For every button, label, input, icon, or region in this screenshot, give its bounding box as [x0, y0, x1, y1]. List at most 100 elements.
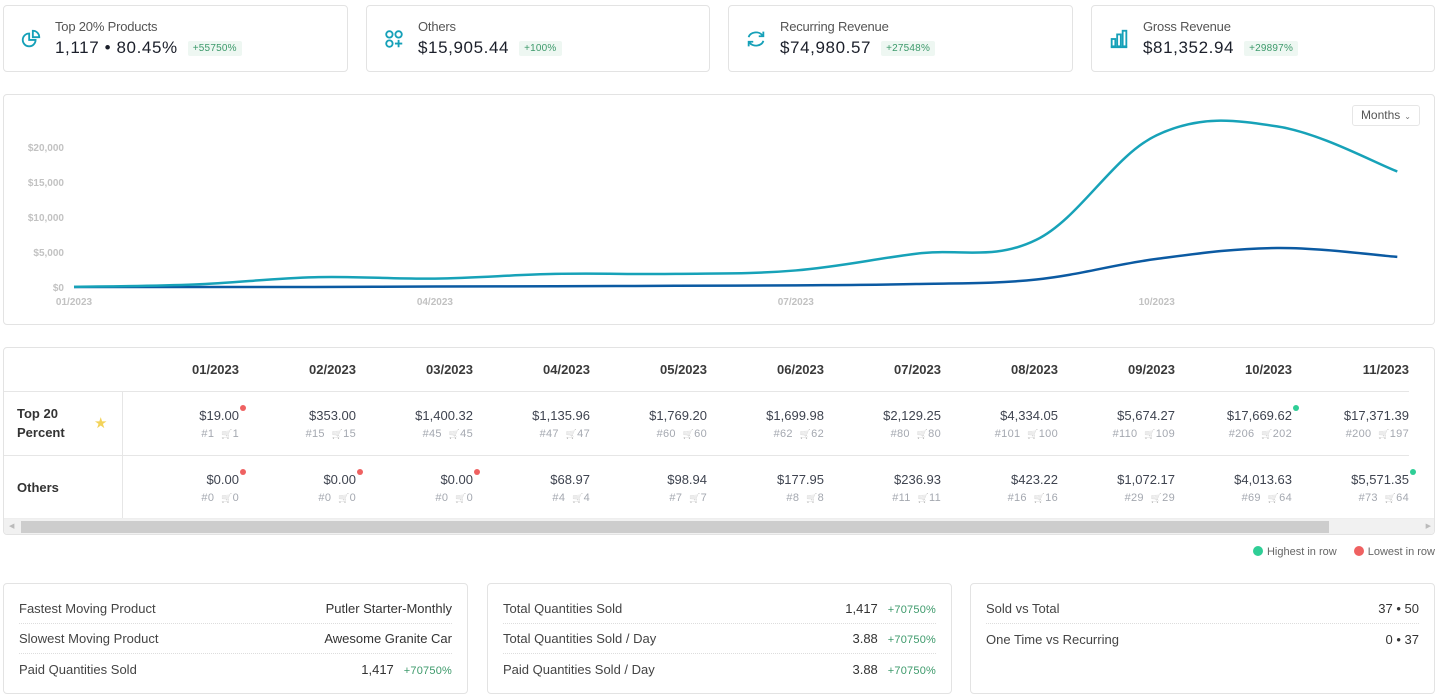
stat-row: Slowest Moving Product Awesome Granite Ca…: [19, 624, 452, 654]
column-header: 11/2023: [1292, 348, 1409, 392]
order-count: 15: [343, 427, 356, 440]
customer-count: #73: [1358, 491, 1378, 504]
table-cell: $5,674.27 #110 🛒109: [1058, 391, 1175, 456]
cell-counts: #206 🛒202: [1175, 428, 1292, 440]
cart-icon: 🛒: [335, 492, 350, 503]
table-cell: $0.00 #0 🛒0: [239, 455, 363, 520]
data-point-gross[interactable]: [1274, 123, 1280, 129]
data-point-others[interactable]: [1033, 276, 1039, 282]
cell-counts: #101 🛒100: [941, 428, 1058, 440]
cell-amount-text: $17,371.39: [1343, 407, 1409, 423]
data-point-gross[interactable]: [673, 271, 679, 277]
data-point-others[interactable]: [432, 284, 438, 290]
table-cell: $98.94 #7 🛒7: [590, 455, 707, 520]
stat-label: Fastest Moving Product: [19, 601, 156, 616]
cell-amount-text: $0.00: [323, 471, 356, 487]
cell-amount: $4,334.05: [1000, 408, 1058, 423]
cart-icon: 🛒: [562, 428, 578, 439]
data-point-others[interactable]: [673, 283, 679, 289]
cell-amount-text: $0.00: [440, 471, 473, 487]
cart-icon: 🛒: [686, 492, 701, 503]
star-icon[interactable]: ★: [94, 414, 107, 433]
stat-value: 3.88: [852, 661, 878, 677]
data-point-others[interactable]: [312, 284, 318, 290]
cell-amount: $2,129.25: [883, 408, 941, 423]
data-point-gross[interactable]: [312, 274, 318, 280]
cell-amount: $1,072.17: [1117, 472, 1175, 487]
cart-icon: 🛒: [796, 428, 812, 439]
scroll-left-arrow-icon[interactable]: ◀: [9, 522, 14, 530]
stat-change: +70750%: [887, 604, 936, 616]
scroll-right-arrow-icon[interactable]: ▶: [1426, 522, 1431, 530]
kpi-change-badge: +100%: [519, 41, 562, 56]
data-point-gross[interactable]: [1154, 132, 1160, 138]
stat-value-group: 1,417 +70750%: [845, 601, 936, 616]
kpi-card-recurring-revenue: Recurring Revenue $74,980.57 +27548%: [728, 5, 1073, 72]
table-cell: $423.22 #16 🛒16: [941, 455, 1058, 520]
data-point-others[interactable]: [1154, 256, 1160, 262]
data-point-gross[interactable]: [1033, 237, 1039, 243]
stat-value: Awesome Granite Car: [324, 631, 452, 646]
table-cell: $0.00 #0 🛒0: [356, 455, 480, 520]
y-tick-label: $15,000: [28, 178, 65, 189]
cell-amount-text: $1,400.32: [415, 407, 473, 423]
cell-amount-text: $17,669.62: [1226, 407, 1292, 423]
customer-count: #0: [318, 491, 332, 504]
order-count: 60: [694, 427, 707, 440]
data-point-others[interactable]: [913, 281, 919, 287]
series-line-others[interactable]: [73, 246, 1398, 289]
series-line-gross[interactable]: [73, 119, 1398, 289]
table-cell: $4,013.63 #69 🛒64: [1175, 455, 1292, 520]
data-point-gross[interactable]: [913, 251, 919, 257]
data-point-others[interactable]: [1394, 254, 1400, 260]
data-point-others[interactable]: [793, 282, 799, 288]
cell-amount-text: $4,013.63: [1234, 471, 1292, 487]
kpi-card-top-products: Top 20% Products 1,117 • 80.45% +55750%: [3, 5, 348, 72]
table-cell: $1,135.96 #47 🛒47: [473, 391, 590, 456]
data-point-gross[interactable]: [793, 267, 799, 273]
stat-value: 3.88: [852, 631, 878, 646]
period-dropdown[interactable]: Months ⌄: [1351, 105, 1420, 126]
cell-counts: #11 🛒11: [824, 492, 941, 504]
cell-amount-text: $236.93: [894, 471, 941, 487]
cart-icon: 🛒: [452, 492, 467, 503]
column-header: 10/2023: [1175, 348, 1292, 392]
data-point-gross[interactable]: [1394, 169, 1400, 175]
cart-icon: 🛒: [1024, 428, 1039, 439]
customer-count: #200: [1345, 427, 1372, 440]
cell-amount: $236.93: [894, 472, 941, 487]
cell-amount: $177.95: [777, 472, 824, 487]
kpi-card-others: Others $15,905.44 +100%: [366, 5, 710, 72]
stat-value-group: 37 • 50: [1378, 601, 1419, 616]
cell-amount: $0.00: [323, 468, 363, 487]
stat-label: One Time vs Recurring: [986, 631, 1119, 647]
order-count: 16: [1045, 491, 1058, 504]
customer-count: #29: [1124, 491, 1144, 504]
data-point-others[interactable]: [552, 283, 558, 289]
cell-counts: #62 🛒62: [707, 428, 824, 440]
column-header: 06/2023: [707, 348, 824, 392]
cart-icon: 🛒: [679, 428, 695, 439]
cell-amount: $68.97: [550, 472, 590, 487]
legend-item-highest: Highest in row: [1252, 546, 1337, 558]
table-header-row: 01/2023 02/2023 03/2023 04/2023 05/2023 06/20…: [4, 348, 1409, 392]
data-point-gross[interactable]: [71, 284, 77, 290]
cart-icon: 🛒: [1141, 428, 1156, 439]
scrollbar-thumb[interactable]: [21, 521, 1329, 533]
column-header: 03/2023: [356, 348, 473, 392]
data-point-others[interactable]: [1274, 245, 1280, 251]
cell-amount: $19.00: [199, 404, 246, 423]
table-cell: $4,334.05 #101 🛒100: [941, 391, 1058, 456]
apps-add-icon: [383, 28, 405, 50]
table-row: Others $0.00 #0 🛒0 $0.00 #0 🛒0 $0.00 #0 🛒0 $68.…: [4, 455, 1416, 520]
data-point-gross[interactable]: [552, 271, 558, 277]
stat-value-group: 3.88 +70750%: [852, 631, 936, 646]
horizontal-scrollbar[interactable]: ◀ ▶: [4, 518, 1434, 534]
stat-change: +70750%: [887, 634, 936, 646]
cell-counts: #0 🛒0: [123, 492, 240, 504]
data-point-gross[interactable]: [191, 282, 197, 288]
cell-amount: $98.94: [667, 472, 707, 487]
data-point-gross[interactable]: [432, 276, 438, 282]
stat-label: Total Quantities Sold / Day: [503, 631, 657, 646]
cell-amount: $1,400.32: [415, 408, 473, 423]
